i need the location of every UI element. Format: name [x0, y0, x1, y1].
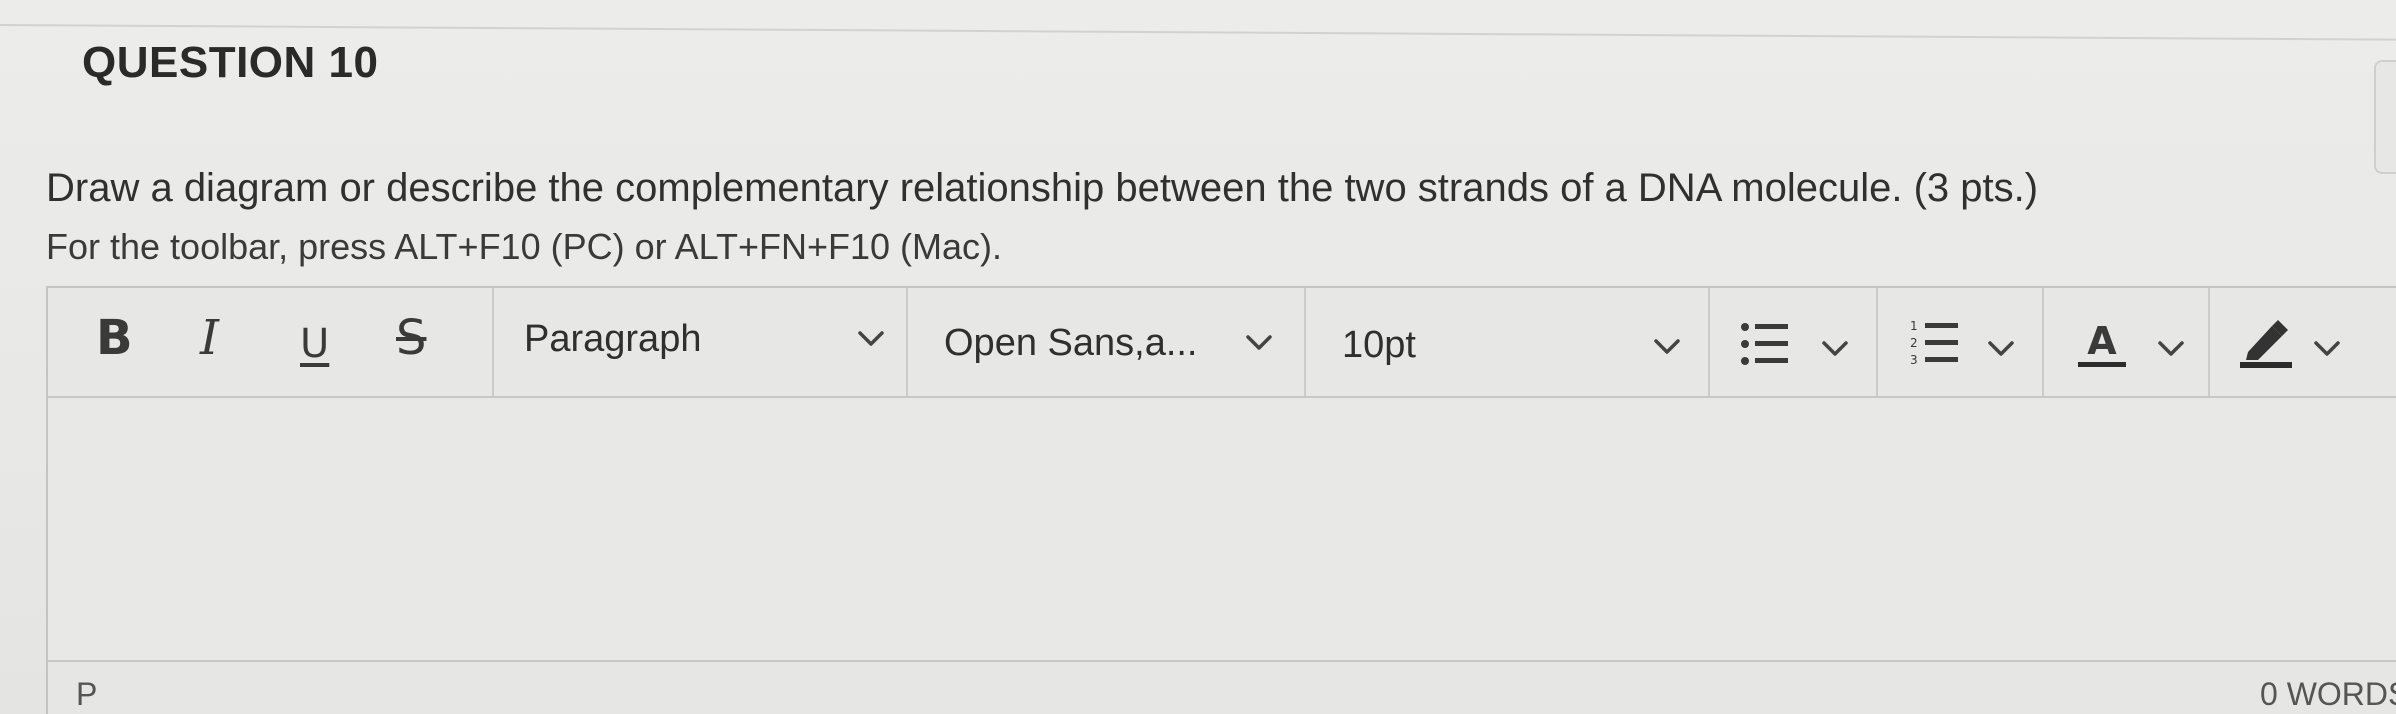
numbered-list-digit-3: 3 — [1910, 353, 1918, 367]
italic-button[interactable]: I — [200, 308, 219, 368]
rich-text-editor: B I U S Paragraph Open Sans,a... 10pt 1 … — [46, 286, 2396, 714]
underline-button[interactable]: U — [300, 314, 329, 374]
font-family-value: Open Sans,a... — [944, 322, 1198, 364]
numbered-list-button[interactable]: 1 2 3 — [1878, 288, 2044, 396]
numbered-list-digit-1: 1 — [1910, 319, 1918, 333]
bullet-list-button[interactable] — [1710, 288, 1878, 396]
text-color-icon: A — [2074, 318, 2130, 370]
font-size-dropdown[interactable]: 10pt — [1306, 288, 1710, 396]
formatting-group: B I U S — [48, 288, 494, 396]
side-panel-tab[interactable] — [2374, 60, 2396, 174]
highlight-color-button[interactable] — [2210, 288, 2396, 396]
font-size-value: 10pt — [1342, 324, 1416, 366]
strikethrough-button[interactable]: S — [396, 308, 426, 368]
chevron-down-icon[interactable] — [1820, 338, 1850, 362]
editor-content-area[interactable] — [48, 398, 2396, 660]
bold-button[interactable]: B — [96, 308, 133, 368]
paragraph-format-dropdown[interactable]: Paragraph — [494, 288, 908, 396]
editor-status-bar: P 0 WORDS — [48, 660, 2396, 714]
question-title: QUESTION 10 — [82, 38, 379, 87]
editor-toolbar: B I U S Paragraph Open Sans,a... 10pt 1 … — [48, 288, 2396, 398]
paragraph-format-value: Paragraph — [524, 318, 702, 360]
chevron-down-icon — [1652, 336, 1682, 360]
chevron-down-icon[interactable] — [1986, 338, 2016, 362]
font-family-dropdown[interactable]: Open Sans,a... — [908, 288, 1306, 396]
word-count: 0 WORDS — [2260, 676, 2396, 712]
text-color-letter: A — [2087, 319, 2117, 363]
element-path[interactable]: P — [76, 676, 97, 713]
numbered-list-digit-2: 2 — [1910, 336, 1918, 350]
text-color-button[interactable]: A — [2044, 288, 2210, 396]
chevron-down-icon — [856, 328, 886, 352]
toolbar-hint: For the toolbar, press ALT+F10 (PC) or A… — [46, 226, 1003, 267]
chevron-down-icon[interactable] — [2156, 338, 2186, 362]
chevron-down-icon[interactable] — [2312, 338, 2342, 362]
highlight-icon — [2238, 318, 2294, 370]
numbered-list-icon: 1 2 3 — [1910, 318, 1960, 368]
page: QUESTION 10 Draw a diagram or describe t… — [0, 0, 2396, 714]
chevron-down-icon — [1244, 332, 1274, 356]
question-prompt: Draw a diagram or describe the complemen… — [46, 166, 2039, 210]
bullet-list-icon — [1740, 320, 1790, 368]
